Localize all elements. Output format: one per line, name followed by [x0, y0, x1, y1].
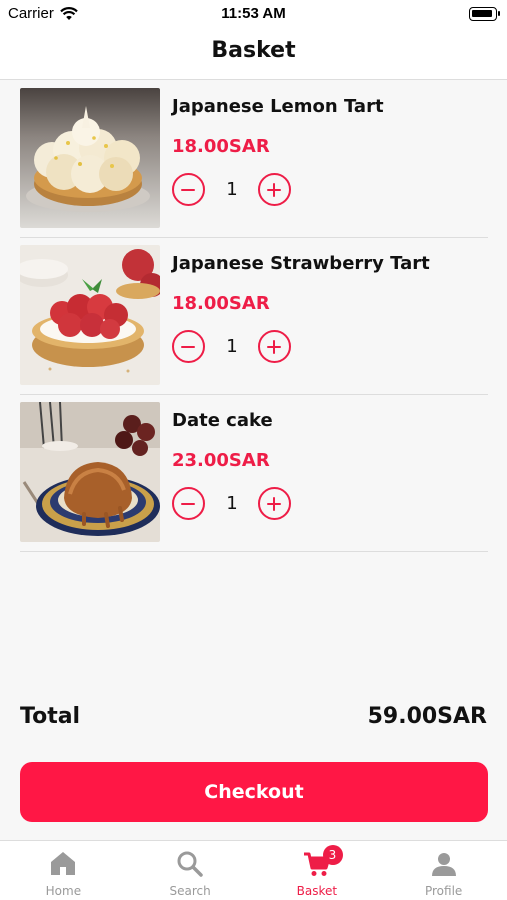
item-name: Date cake — [172, 410, 273, 431]
basket-item: Japanese Strawberry Tart 18.00SAR 1 — [20, 237, 488, 395]
home-icon — [51, 852, 76, 875]
item-name: Japanese Lemon Tart — [172, 96, 384, 117]
tab-search[interactable]: Search — [127, 841, 254, 900]
tab-label: Search — [169, 884, 211, 898]
decrease-quantity-button[interactable] — [172, 173, 205, 206]
battery-icon — [469, 7, 500, 21]
item-name: Japanese Strawberry Tart — [172, 253, 430, 274]
decrease-quantity-button[interactable] — [172, 487, 205, 520]
strawberry-tart-image — [20, 245, 160, 385]
quantity-value: 1 — [226, 493, 238, 514]
status-time: 11:53 AM — [221, 5, 286, 22]
total-label: Total — [20, 704, 81, 729]
item-divider — [20, 551, 488, 552]
status-bar: Carrier 11:53 AM — [0, 0, 507, 28]
item-price: 18.00SAR — [172, 293, 270, 314]
tab-label: Profile — [424, 884, 463, 898]
item-price: 18.00SAR — [172, 136, 270, 157]
person-icon — [431, 853, 456, 876]
tab-label: Basket — [296, 884, 338, 898]
lemon-tart-image — [20, 88, 160, 228]
basket-item: Japanese Lemon Tart 18.00SAR 1 — [20, 80, 488, 238]
basket-screen: Carrier 11:53 AM Basket Japanese Lemon T… — [0, 0, 507, 900]
quantity-stepper: 1 — [172, 173, 302, 207]
date-cake-image — [20, 402, 160, 542]
total-value: 59.00SAR — [367, 704, 487, 729]
tab-bar: Home Search 3 Basket Profile — [0, 840, 507, 900]
quantity-value: 1 — [226, 336, 238, 357]
decrease-quantity-button[interactable] — [172, 330, 205, 363]
search-icon — [177, 851, 203, 877]
page-title: Basket — [211, 38, 296, 63]
tab-basket[interactable]: 3 Basket — [254, 841, 381, 900]
quantity-stepper: 1 — [172, 330, 302, 364]
item-price: 23.00SAR — [172, 450, 270, 471]
checkout-button[interactable]: Checkout — [20, 762, 488, 822]
increase-quantity-button[interactable] — [258, 330, 291, 363]
basket-item: Date cake 23.00SAR 1 — [20, 394, 488, 552]
quantity-stepper: 1 — [172, 487, 302, 521]
cart-badge: 3 — [322, 845, 343, 865]
tab-home[interactable]: Home — [0, 841, 127, 900]
tab-profile[interactable]: Profile — [380, 841, 507, 900]
quantity-value: 1 — [226, 179, 238, 200]
tab-label: Home — [45, 884, 82, 898]
nav-header: Basket — [0, 28, 507, 80]
increase-quantity-button[interactable] — [258, 487, 291, 520]
increase-quantity-button[interactable] — [258, 173, 291, 206]
